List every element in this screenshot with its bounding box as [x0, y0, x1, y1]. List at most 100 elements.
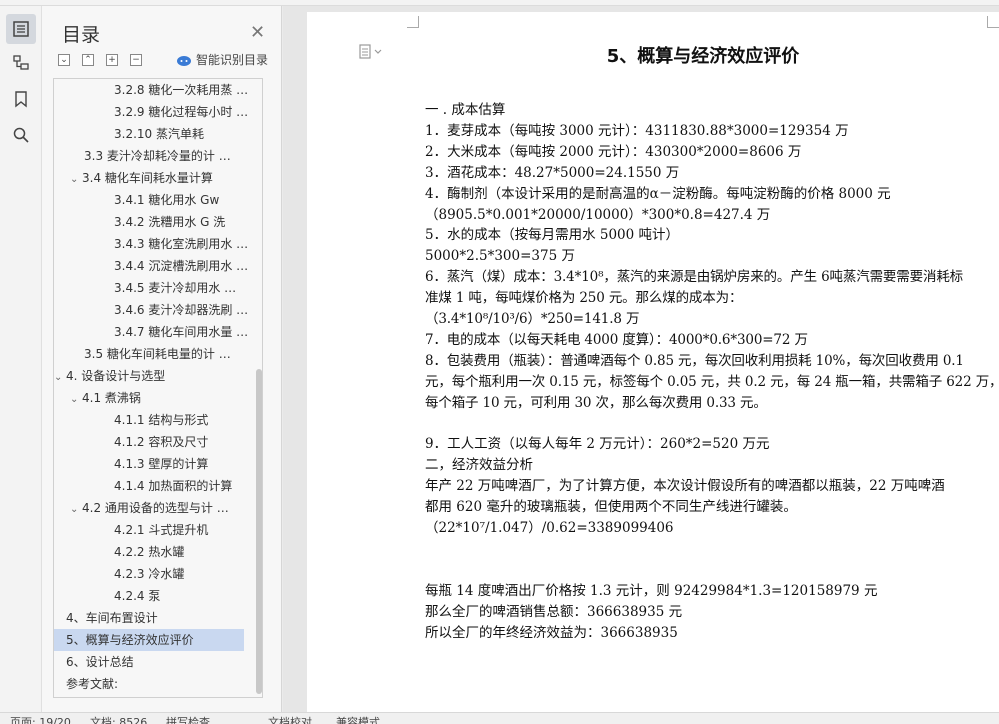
outline-item-label: 3.4.7 糖化车间用水量 …	[114, 325, 249, 339]
outline-item[interactable]: 3.4.6 麦汁冷却器洗刷 …	[54, 299, 254, 321]
document-line: 5000*2.5*300=375 万	[425, 248, 575, 265]
outline-item[interactable]: 4.2.3 冷水罐	[54, 563, 254, 585]
chevron-down-icon[interactable]: ⌄	[70, 499, 82, 519]
outline-item-label: 3.2.10 蒸汽单耗	[114, 127, 204, 141]
outline-item-label: 4.1.2 容积及尺寸	[114, 435, 209, 449]
chapter-nav-button[interactable]	[6, 48, 36, 78]
outline-item[interactable]: 4.1.3 壁厚的计算	[54, 453, 254, 475]
chevron-down-icon[interactable]: ⌄	[70, 169, 82, 189]
outline-item[interactable]: 4.2.1 斗式提升机	[54, 519, 254, 541]
outline-item[interactable]: 4.2.4 泵	[54, 585, 254, 607]
outline-item[interactable]: 5、概算与经济效应评价	[54, 629, 244, 651]
document-page[interactable]: 5、概算与经济效应评价 一 . 成本估算 1．麦芽成本（每吨按 3000 元计）：…	[307, 12, 999, 712]
remove-heading-button[interactable]: −	[130, 54, 142, 66]
page-indicator[interactable]: 页面: 19/20	[10, 714, 71, 724]
outline-item-label: 参考文献:	[66, 677, 119, 691]
outline-item-label: 3.4.6 麦汁冷却器洗刷 …	[114, 303, 249, 317]
outline-item-label: 4.2.3 冷水罐	[114, 567, 185, 581]
outline-item[interactable]: 4.2.2 热水罐	[54, 541, 254, 563]
doc-proofread-button[interactable]: 文档校对	[268, 714, 312, 724]
outline-item[interactable]: ⌄ 4.2 通用设备的选型与计 …	[54, 497, 254, 519]
word-processor-window: 目录 ✕ ⌄ ⌃ + − 智能识别目录 3.2.8 糖化一次耗用蒸 … 3.2.9…	[0, 0, 999, 724]
document-line: 3．酒花成本：48.27*5000=24.1550 万	[425, 164, 680, 181]
outline-item[interactable]: 3.2.9 糖化过程每小时 …	[54, 101, 254, 123]
document-line: 那么全厂的啤酒销售总额：366638935 元	[425, 603, 683, 620]
document-line: （3.4*10⁸/10³/6）*250=141.8 万	[425, 311, 640, 327]
bookmark-icon	[15, 91, 27, 108]
outline-item[interactable]: ⌄ 3.4 糖化车间耗水量计算	[54, 167, 254, 189]
search-icon	[13, 127, 29, 143]
compat-mode-label: 兼容模式	[336, 716, 380, 724]
chevron-down-icon[interactable]: ⌄	[70, 389, 82, 409]
outline-panel-title: 目录	[62, 24, 101, 46]
document-line: 5．水的成本（按每月需用水 5000 吨计）	[425, 227, 680, 244]
outline-scrollbar[interactable]	[256, 369, 262, 694]
document-line: （8905.5*0.001*20000/10000）*300*0.8=427.4…	[425, 206, 771, 223]
bookmark-button[interactable]	[6, 84, 36, 114]
outline-toggle-button[interactable]	[6, 14, 36, 44]
document-line: 9．工人工资（以每人每年 2 万元计）：260*2=520 万元	[425, 436, 770, 453]
outline-item-label: 4.2.1 斗式提升机	[114, 523, 209, 537]
document-line: 8．包装费用（瓶装）：普通啤酒每个 0.85 元，每次回收利用损耗 10%，每次…	[425, 352, 964, 369]
outline-item-label: 4.2.2 热水罐	[114, 545, 185, 559]
outline-item[interactable]: 4.1.4 加热面积的计算	[54, 475, 254, 497]
outline-item-label: 5、概算与经济效应评价	[66, 633, 194, 647]
outline-item-label: 4.1.1 结构与形式	[114, 413, 209, 427]
word-count[interactable]: 文档: 8526	[90, 714, 147, 724]
outline-item-label: 4.2 通用设备的选型与计 …	[82, 501, 229, 515]
document-canvas: 5、概算与经济效应评价 一 . 成本估算 1．麦芽成本（每吨按 3000 元计）：…	[283, 6, 999, 712]
chapter-tree-icon	[13, 55, 29, 70]
outline-item[interactable]: 3.4.3 糖化室洗刷用水 …	[54, 233, 254, 255]
outline-item-label: 4、车间布置设计	[66, 611, 158, 625]
document-line: 1．麦芽成本（每吨按 3000 元计）：4311830.88*3000=1293…	[425, 122, 849, 139]
outline-item[interactable]: 4、车间布置设计	[54, 607, 254, 629]
outline-item[interactable]: 3.4.2 洗糟用水 G 洗	[54, 211, 254, 233]
close-icon[interactable]: ✕	[250, 22, 265, 43]
document-line: （22*10⁷/1.047）/0.62=3389099406	[425, 520, 674, 536]
expand-up-button[interactable]: ⌃	[82, 54, 94, 66]
outline-item-label: 3.4 糖化车间耗水量计算	[82, 171, 213, 185]
outline-item[interactable]: 3.4.4 沉淀槽洗刷用水 …	[54, 255, 254, 277]
document-line: 2．大米成本（每吨按 2000 元计）：430300*2000=8606 万	[425, 143, 802, 160]
outline-item[interactable]: 3.4.5 麦汁冷却用水 …	[54, 277, 254, 299]
document-line: 所以全厂的年终经济效益为：366638935	[425, 624, 678, 641]
document-line: 年产 22 万吨啤酒厂，为了计算方便，本次设计假设所有的啤酒都以瓶装，22 万吨…	[425, 478, 945, 495]
outline-item[interactable]: ⌄ 4. 设备设计与选型	[54, 365, 254, 387]
smart-toc-button[interactable]: 智能识别目录	[176, 51, 268, 68]
outline-item[interactable]: ⌄ 4.1 煮沸锅	[54, 387, 254, 409]
outline-item-label: 4.1.4 加热面积的计算	[114, 479, 233, 493]
outline-item[interactable]: 3.4.7 糖化车间用水量 …	[54, 321, 254, 343]
left-icon-rail	[0, 6, 42, 712]
outline-item[interactable]: 4.1.1 结构与形式	[54, 409, 254, 431]
outline-item[interactable]: 3.4.1 糖化用水 Gw	[54, 189, 254, 211]
outline-item[interactable]: 6、设计总结	[54, 651, 254, 673]
document-line: 都用 620 毫升的玻璃瓶装，但使用两个不同生产线进行罐装。	[425, 499, 797, 516]
document-line: 元，每个瓶利用一次 0.15 元，标签每个 0.05 元，共 0.2 元，每 2…	[425, 373, 999, 390]
outline-item[interactable]: 3.3 麦汁冷却耗冷量的计 …	[54, 145, 254, 167]
outline-item[interactable]: 3.2.10 蒸汽单耗	[54, 123, 254, 145]
outline-item[interactable]: 参考文献:	[54, 673, 254, 695]
outline-item-label: 6、设计总结	[66, 655, 134, 669]
outline-list-icon	[13, 21, 29, 37]
outline-item[interactable]: 3.5 糖化车间耗电量的计 …	[54, 343, 254, 365]
document-line: 准煤 1 吨，每吨煤价格为 250 元。那么煤的成本为：	[425, 290, 743, 307]
outline-item-label: 3.2.9 糖化过程每小时 …	[114, 105, 249, 119]
chevron-down-icon[interactable]: ⌄	[54, 367, 66, 387]
outline-item[interactable]: 3.2.8 糖化一次耗用蒸 …	[54, 79, 254, 101]
spell-check-button[interactable]: 拼写检查	[166, 714, 210, 724]
document-line: 每瓶 14 度啤酒出厂价格按 1.3 元计，则 92429984*1.3=120…	[425, 582, 878, 599]
add-heading-button[interactable]: +	[106, 54, 118, 66]
outline-item-label: 4. 设备设计与选型	[66, 369, 166, 383]
outline-item-label: 3.5 糖化车间耗电量的计 …	[84, 347, 231, 361]
find-button[interactable]	[6, 120, 36, 150]
collapse-all-button[interactable]: ⌄	[58, 54, 70, 66]
outline-item-label: 4.1.3 壁厚的计算	[114, 457, 209, 471]
document-heading: 5、概算与经济效应评价	[606, 46, 800, 67]
outline-item-label: 3.3 麦汁冷却耗冷量的计 …	[84, 149, 231, 163]
outline-item-label: 4.2.4 泵	[114, 589, 161, 603]
outline-item[interactable]: 4.1.2 容积及尺寸	[54, 431, 254, 453]
smart-toc-label: 智能识别目录	[196, 53, 269, 67]
outline-panel: 目录 ✕ ⌄ ⌃ + − 智能识别目录 3.2.8 糖化一次耗用蒸 … 3.2.9…	[42, 6, 282, 712]
page-corner-mark	[987, 16, 999, 28]
outline-item-label: 4.1 煮沸锅	[82, 391, 141, 405]
